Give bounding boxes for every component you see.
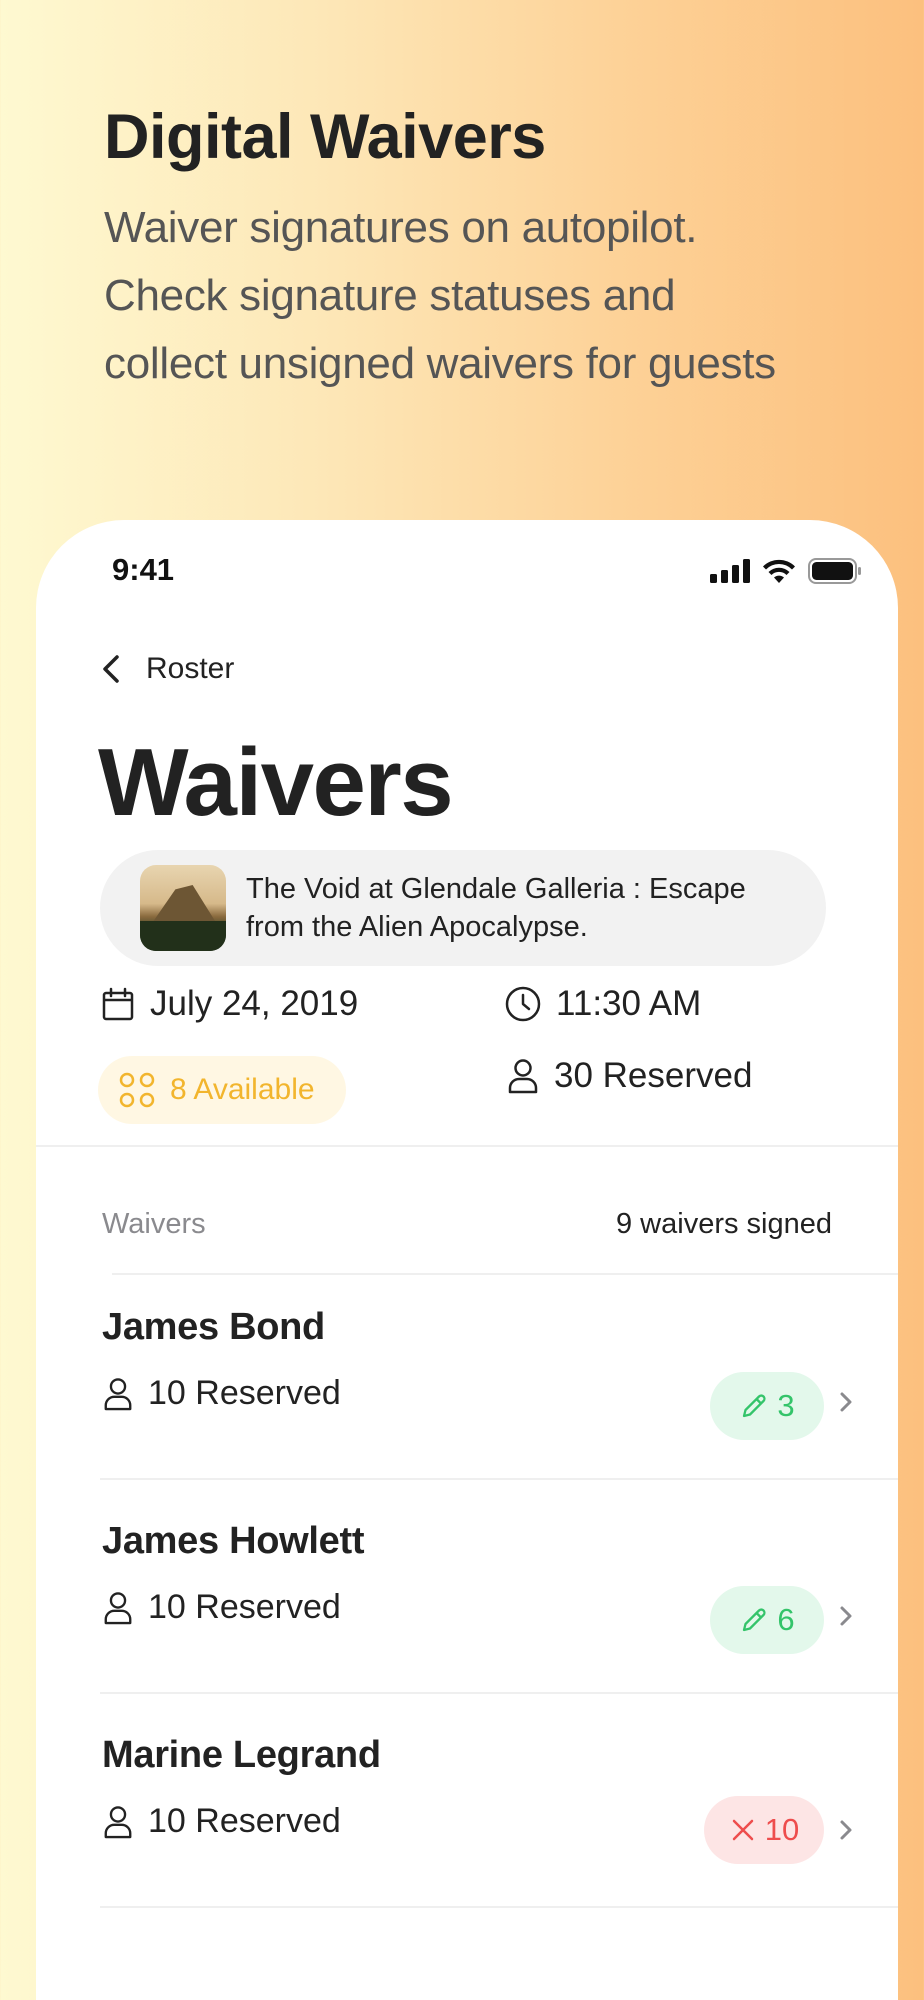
- guest-reserved: 10 Reserved: [102, 1374, 341, 1413]
- guest-name: Marine Legrand: [102, 1734, 381, 1776]
- chevron-right-icon: [840, 1606, 852, 1626]
- chevron-left-icon: [103, 655, 119, 683]
- event-name: The Void at Glendale Galleria : Escape f…: [246, 873, 746, 943]
- list-divider: [100, 1478, 898, 1480]
- calendar-icon: [102, 987, 134, 1021]
- wifi-icon: [763, 559, 795, 583]
- list-divider: [100, 1906, 898, 1908]
- available-text: 8 Available: [170, 1073, 315, 1106]
- available-badge: 8 Available: [98, 1056, 346, 1124]
- back-label: Roster: [146, 652, 235, 685]
- event-time: 11:30 AM: [504, 984, 701, 1024]
- clock-icon: [505, 986, 541, 1022]
- waiver-badge-count: 6: [777, 1602, 795, 1637]
- waiver-badge-count: 3: [777, 1388, 795, 1423]
- guest-reserved: 10 Reserved: [102, 1802, 341, 1841]
- status-bar: 9:41: [36, 520, 898, 630]
- event-thumbnail: [140, 865, 226, 951]
- event-card[interactable]: The Void at Glendale Galleria : Escape f…: [100, 850, 826, 966]
- person-icon: [104, 1377, 132, 1410]
- waiver-unsigned-badge: 10: [704, 1796, 824, 1864]
- availability-icon: [119, 1072, 155, 1108]
- event-reserved: 30 Reserved: [506, 1056, 752, 1096]
- person-icon: [508, 1059, 538, 1094]
- hero-section: Digital Waivers Waiver signatures on aut…: [104, 100, 884, 398]
- guest-reserved-text: 10 Reserved: [148, 1802, 341, 1840]
- waivers-section-label: Waivers: [102, 1208, 206, 1240]
- back-button[interactable]: Roster: [100, 652, 234, 686]
- guest-row[interactable]: Marine Legrand 10 Reserved 10: [102, 1734, 862, 1934]
- phone-screen: 9:41 Roster Waivers The Void at Glendale…: [36, 520, 898, 2000]
- guest-name: James Bond: [102, 1306, 325, 1348]
- close-icon: [732, 1819, 753, 1841]
- chevron-right-icon: [840, 1392, 852, 1412]
- cellular-signal-icon: [710, 559, 750, 583]
- waiver-signed-badge: 3: [710, 1372, 824, 1440]
- chevron-right-icon: [840, 1820, 852, 1840]
- battery-icon: [808, 558, 861, 584]
- waiver-badge-count: 10: [764, 1812, 800, 1847]
- event-date-text: July 24, 2019: [150, 984, 359, 1023]
- event-date: July 24, 2019: [100, 984, 358, 1024]
- status-time: 9:41: [112, 552, 175, 587]
- person-icon: [104, 1591, 132, 1624]
- pencil-icon: [743, 1608, 766, 1632]
- guest-row[interactable]: James Howlett 10 Reserved 6: [102, 1520, 862, 1720]
- pencil-icon: [743, 1394, 766, 1418]
- hero-subtitle-line: Waiver signatures on autopilot.: [104, 202, 698, 252]
- waivers-section-header: Waivers 9 waivers signed: [102, 1208, 832, 1241]
- event-time-text: 11:30 AM: [556, 984, 702, 1023]
- person-icon: [104, 1805, 132, 1838]
- hero-subtitle-line: collect unsigned waivers for guests: [104, 338, 776, 388]
- status-icons: [710, 558, 862, 584]
- list-divider: [100, 1692, 898, 1694]
- guest-reserved-text: 10 Reserved: [148, 1374, 341, 1412]
- waiver-signed-badge: 6: [710, 1586, 824, 1654]
- waivers-signed-count: 9 waivers signed: [616, 1208, 832, 1240]
- guest-reserved-text: 10 Reserved: [148, 1588, 341, 1626]
- guest-reserved: 10 Reserved: [102, 1588, 341, 1627]
- guest-row[interactable]: James Bond 10 Reserved 3: [102, 1306, 862, 1506]
- hero-subtitle: Waiver signatures on autopilot. Check si…: [104, 194, 884, 398]
- page-title: Waivers: [98, 729, 454, 836]
- event-reserved-text: 30 Reserved: [554, 1056, 753, 1095]
- section-divider: [36, 1145, 898, 1147]
- guest-name: James Howlett: [102, 1520, 365, 1562]
- hero-title: Digital Waivers: [104, 102, 546, 172]
- list-divider: [112, 1273, 898, 1275]
- hero-subtitle-line: Check signature statuses and: [104, 270, 676, 320]
